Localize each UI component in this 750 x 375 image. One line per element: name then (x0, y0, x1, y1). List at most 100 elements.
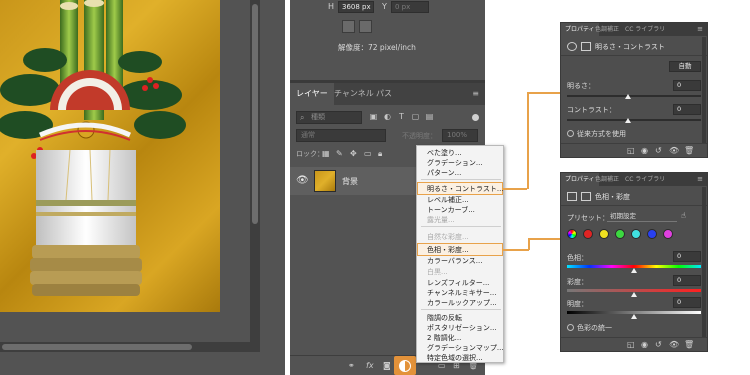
clip-to-layer-icon[interactable]: ◱ (627, 340, 635, 349)
image-size-icon[interactable] (359, 20, 372, 33)
menu-item-vibrance[interactable]: 自然な彩度... (427, 232, 469, 242)
lock-all-icon[interactable]: 🔒︎ (378, 149, 382, 159)
new-adjustment-layer-button[interactable] (394, 356, 416, 375)
kadomatsu-artwork-image (0, 0, 220, 312)
connector-line (527, 92, 560, 94)
saturation-field[interactable]: 0 (673, 275, 701, 286)
screenshot-stage: H 3608 px Y 0 px 解像度：72 pixel/inch レイヤー … (0, 0, 750, 375)
menu-item-curves[interactable]: トーンカーブ... (427, 205, 475, 215)
filter-type-label: 種類 (311, 113, 325, 121)
link-dimensions-icon[interactable] (342, 20, 355, 33)
visibility-eye-icon[interactable]: 👁︎ (669, 146, 679, 155)
height-field[interactable]: 3608 px (338, 1, 374, 13)
menu-item-levels[interactable]: レベル補正... (427, 195, 469, 205)
type-filter-icon[interactable]: T (396, 111, 407, 123)
menu-item-exposure[interactable]: 露光量... (427, 215, 455, 225)
menu-item-selective-color[interactable]: 特定色域の選択... (427, 353, 483, 363)
delete-icon[interactable]: 🗑︎ (684, 146, 694, 155)
brightness-field[interactable]: 0 (673, 80, 701, 91)
tab-cc-libraries[interactable]: CC ライブラリ (621, 173, 669, 186)
target-adjust-hand-icon[interactable]: ☝ (681, 211, 686, 220)
swatch-green[interactable] (615, 229, 625, 239)
panel-scrollbar[interactable] (702, 187, 706, 337)
menu-item-gradient[interactable]: グラデーション... (427, 158, 483, 168)
filter-toggle-icon[interactable] (472, 114, 479, 121)
delete-icon[interactable]: 🗑︎ (684, 340, 694, 349)
resolution-text: 解像度：72 pixel/inch (338, 43, 416, 52)
lock-image-icon[interactable]: ✎ (336, 149, 343, 158)
swatch-cyan[interactable] (631, 229, 641, 239)
tab-adjustments[interactable]: 色調補正 (591, 173, 623, 186)
properties-tab-bar: プロパティ 色調補正 CC ライブラリ ≡ (561, 173, 707, 186)
brightness-slider-knob[interactable] (625, 94, 631, 99)
swatch-magenta[interactable] (663, 229, 673, 239)
document-canvas-area (0, 0, 285, 375)
panel-menu-icon[interactable]: ≡ (697, 25, 703, 33)
canvas-vertical-scrollbar[interactable] (250, 0, 260, 352)
view-previous-icon[interactable]: ◉ (641, 340, 648, 349)
opacity-field[interactable]: 100% (442, 129, 478, 142)
lightness-field[interactable]: 0 (673, 297, 701, 308)
contrast-slider-track[interactable] (567, 119, 701, 121)
panel-scrollbar[interactable] (702, 37, 706, 143)
pixel-filter-icon[interactable]: ▣ (368, 111, 379, 123)
layer-filter-search[interactable]: ⌕ 種類 (296, 111, 362, 124)
tab-cc-libraries[interactable]: CC ライブラリ (621, 23, 669, 36)
vertical-scroll-thumb[interactable] (252, 4, 258, 224)
shape-filter-icon[interactable]: ▢ (410, 111, 421, 123)
swatch-yellow[interactable] (599, 229, 609, 239)
auto-button[interactable]: 自動 (669, 61, 701, 72)
canvas-horizontal-scrollbar[interactable] (0, 342, 250, 352)
lock-transparent-icon[interactable]: ▦ (322, 149, 330, 158)
hue-saturation-properties-panel: プロパティ 色調補正 CC ライブラリ ≡ 色相・彩度 プリセット： 初期設定 … (560, 172, 708, 352)
smart-object-filter-icon[interactable]: ▤ (424, 111, 435, 123)
tab-adjustments[interactable]: 色調補正 (591, 23, 623, 36)
menu-item-invert[interactable]: 階調の反転 (427, 313, 462, 323)
colorize-checkbox[interactable] (567, 324, 574, 331)
view-previous-icon[interactable]: ◉ (641, 146, 648, 155)
visibility-eye-icon[interactable]: 👁︎ (296, 175, 309, 186)
legacy-label: 従来方式を使用 (577, 130, 626, 138)
brightness-slider-track[interactable] (567, 95, 701, 97)
menu-item-channel-mixer[interactable]: チャンネルミキサー... (427, 288, 496, 298)
add-mask-icon[interactable]: ◙ (383, 361, 391, 370)
horizontal-scroll-thumb[interactable] (2, 344, 192, 350)
hue-slider-knob[interactable] (631, 268, 637, 273)
fx-icon[interactable]: fx (366, 361, 374, 370)
clip-to-layer-icon[interactable]: ◱ (627, 146, 635, 155)
color-wheel-icon[interactable] (567, 229, 577, 239)
hue-field[interactable]: 0 (673, 251, 701, 262)
menu-item-pattern[interactable]: パターン... (427, 168, 461, 178)
panel-menu-icon[interactable]: ≡ (697, 175, 703, 183)
menu-item-hue-saturation[interactable]: 色相・彩度... (427, 245, 469, 255)
lock-position-icon[interactable]: ✥ (350, 149, 357, 158)
preset-select[interactable]: 初期設定 (607, 211, 677, 222)
saturation-slider-knob[interactable] (631, 292, 637, 297)
visibility-eye-icon[interactable]: 👁︎ (669, 340, 679, 349)
swatch-blue[interactable] (647, 229, 657, 239)
contrast-slider-knob[interactable] (625, 118, 631, 123)
contrast-field[interactable]: 0 (673, 104, 701, 115)
menu-item-color-balance[interactable]: カラーバランス... (427, 256, 482, 266)
legacy-checkbox[interactable] (567, 130, 574, 137)
menu-item-brightness-contrast[interactable]: 明るさ・コントラスト... (427, 184, 504, 194)
tab-paths[interactable]: パス (370, 83, 398, 105)
panel-menu-icon[interactable]: ≡ (472, 89, 479, 98)
mask-icon (581, 192, 591, 201)
reset-icon[interactable]: ↺ (655, 340, 662, 349)
swatch-red[interactable] (583, 229, 593, 239)
menu-item-black-white[interactable]: 白黒... (427, 267, 448, 277)
menu-item-posterize[interactable]: ポスタリゼーション... (427, 323, 497, 333)
reset-icon[interactable]: ↺ (655, 146, 662, 155)
menu-item-gradient-map[interactable]: グラデーションマップ... (427, 343, 504, 353)
menu-item-color-lookup[interactable]: カラールックアップ... (427, 298, 497, 308)
lock-artboard-icon[interactable]: ▭ (364, 149, 372, 158)
menu-item-photo-filter[interactable]: レンズフィルター... (427, 278, 489, 288)
menu-item-solid-color[interactable]: べた塗り... (427, 148, 462, 158)
lightness-slider-knob[interactable] (631, 314, 637, 319)
link-layers-icon[interactable]: ⚭ (348, 361, 355, 370)
adjustment-filter-icon[interactable]: ◐ (382, 111, 393, 123)
menu-item-threshold[interactable]: 2 階調化... (427, 333, 461, 343)
y-field[interactable]: 0 px (391, 1, 429, 13)
blend-mode-select[interactable]: 通常 (296, 129, 386, 142)
